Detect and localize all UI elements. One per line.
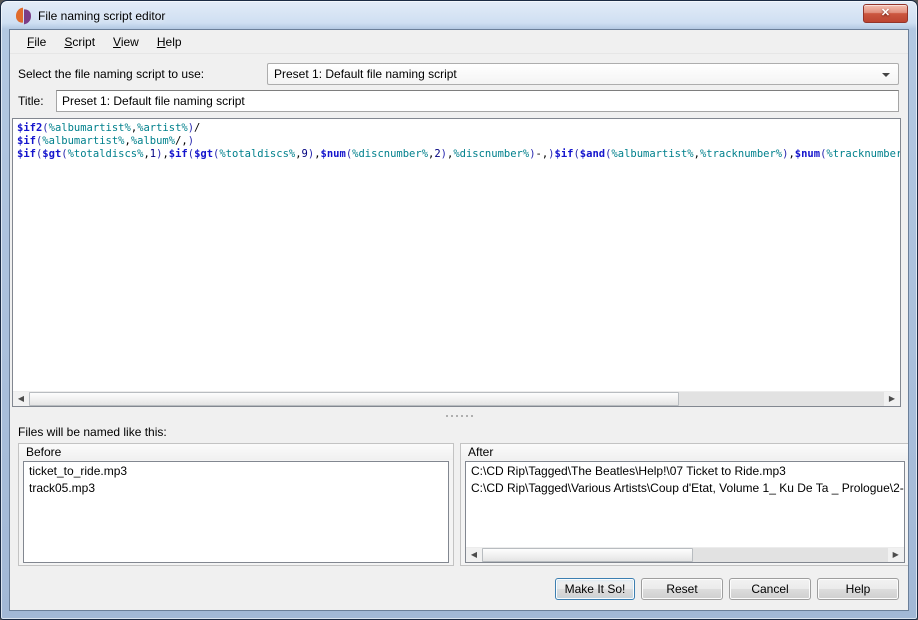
menu-item-view[interactable]: View [104, 30, 148, 53]
title-label: Title: [18, 94, 48, 108]
script-editor[interactable]: $if2(%albumartist%,%artist%)/$if(%albuma… [12, 118, 901, 407]
preset-dropdown-value: Preset 1: Default file naming script [274, 67, 457, 81]
list-item[interactable]: C:\CD Rip\Tagged\Various Artists\Coup d'… [466, 480, 904, 497]
editor-scrollbar-thumb[interactable] [29, 392, 679, 406]
scrollbar-left-arrow-icon[interactable]: ◀ [466, 548, 482, 562]
scrollbar-left-arrow-icon[interactable]: ◀ [13, 392, 29, 406]
title-row: Title: [10, 90, 908, 112]
dialog-buttons: Make It So! Reset Cancel Help [10, 578, 908, 600]
editor-scrollbar-track[interactable] [29, 392, 884, 406]
editor-horizontal-scrollbar[interactable]: ◀ ▶ [13, 391, 900, 406]
icon-left-half [16, 7, 23, 23]
dialog-client-area: File Script View Help Select the file na… [9, 29, 909, 611]
titlebar[interactable]: File naming script editor [3, 2, 915, 29]
window-title: File naming script editor [38, 9, 165, 23]
after-list[interactable]: C:\CD Rip\Tagged\The Beatles\Help!\07 Ti… [465, 461, 905, 563]
menu-item-script[interactable]: Script [55, 30, 104, 53]
chevron-down-icon [882, 73, 890, 77]
preset-label: Select the file naming script to use: [18, 67, 267, 81]
reset-button[interactable]: Reset [641, 578, 723, 600]
after-scrollbar-track[interactable] [482, 548, 888, 562]
splitter-handle[interactable] [10, 409, 908, 423]
after-scrollbar-thumb[interactable] [482, 548, 693, 562]
scrollbar-right-arrow-icon[interactable]: ▶ [884, 392, 900, 406]
cancel-button[interactable]: Cancel [729, 578, 811, 600]
menu-item-help[interactable]: Help [148, 30, 191, 53]
close-icon: ✕ [881, 8, 890, 19]
after-panel: After C:\CD Rip\Tagged\The Beatles\Help!… [460, 443, 909, 566]
title-input[interactable] [56, 90, 899, 112]
script-editor-code[interactable]: $if2(%albumartist%,%artist%)/$if(%albuma… [13, 119, 900, 391]
scrollbar-right-arrow-icon[interactable]: ▶ [888, 548, 904, 562]
examples-panels: Before ticket_to_ride.mp3 track05.mp3 Af… [18, 443, 899, 566]
preset-row: Select the file naming script to use: Pr… [10, 63, 908, 85]
before-header: Before [19, 444, 453, 460]
picard-app-icon [15, 8, 31, 24]
make-it-so-button[interactable]: Make It So! [555, 578, 635, 600]
list-item[interactable]: track05.mp3 [24, 480, 448, 497]
after-header: After [461, 444, 909, 460]
script-line: $if2(%albumartist%,%artist%)/ [17, 122, 896, 135]
list-item[interactable]: ticket_to_ride.mp3 [24, 463, 448, 480]
list-item[interactable]: C:\CD Rip\Tagged\The Beatles\Help!\07 Ti… [466, 463, 904, 480]
icon-right-half [24, 8, 31, 24]
examples-label: Files will be named like this: [10, 423, 908, 443]
help-button[interactable]: Help [817, 578, 899, 600]
close-button[interactable]: ✕ [863, 4, 908, 23]
after-horizontal-scrollbar[interactable]: ◀ ▶ [466, 547, 904, 562]
after-list-items: C:\CD Rip\Tagged\The Beatles\Help!\07 Ti… [466, 462, 904, 547]
preset-dropdown[interactable]: Preset 1: Default file naming script [267, 63, 899, 85]
before-list[interactable]: ticket_to_ride.mp3 track05.mp3 [23, 461, 449, 563]
menubar: File Script View Help [10, 30, 908, 54]
window-frame: File naming script editor ✕ File Script … [0, 0, 918, 620]
script-line: $if(%albumartist%,%album%/,) [17, 135, 896, 148]
before-list-items: ticket_to_ride.mp3 track05.mp3 [24, 462, 448, 562]
screenshot: File naming script editor ✕ File Script … [0, 0, 918, 620]
script-line: $if($gt(%totaldiscs%,1),$if($gt(%totaldi… [17, 148, 896, 161]
menu-item-file[interactable]: File [18, 30, 55, 53]
before-panel: Before ticket_to_ride.mp3 track05.mp3 [18, 443, 454, 566]
